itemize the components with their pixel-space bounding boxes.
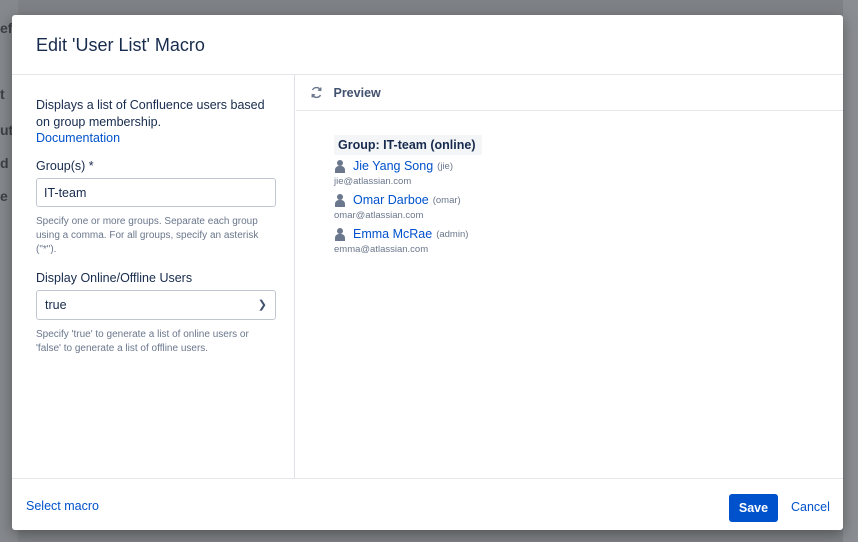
user-handle: (omar) [432, 194, 461, 206]
select-macro-link[interactable]: Select macro [26, 499, 99, 513]
user-email: omar@atlassian.com [334, 210, 424, 221]
preview-label: Preview [333, 86, 381, 100]
preview-header: Preview [296, 75, 843, 111]
macro-dialog: Edit 'User List' Macro Displays a list o… [12, 15, 843, 530]
user-name-link[interactable]: Jie Yang Song [353, 159, 433, 173]
dialog-header: Edit 'User List' Macro [12, 15, 843, 75]
background-text: e [0, 188, 8, 204]
user-entry: Omar Darboe (omar) omar@atlassian.com [334, 193, 482, 221]
background-right-strip [843, 0, 858, 542]
cancel-button[interactable]: Cancel [791, 500, 830, 514]
user-name-link[interactable]: Omar Darboe [353, 193, 429, 207]
save-button[interactable]: Save [729, 494, 778, 522]
online-offline-select[interactable]: true ❯ [36, 290, 276, 320]
online-offline-select-value: true [45, 298, 67, 312]
groups-label: Group(s) * [36, 159, 94, 173]
user-entry: Emma McRae (admin) emma@atlassian.com [334, 227, 482, 255]
background-text: d [0, 155, 9, 171]
macro-description: Displays a list of Confluence users base… [36, 98, 265, 129]
background-text: t [0, 86, 5, 102]
user-handle: (jie) [437, 160, 454, 172]
preview-pane: Preview Group: IT-team (online) Jie Yang… [296, 75, 843, 478]
groups-help-text: Specify one or more groups. Separate eac… [36, 216, 259, 255]
user-list-preview: Group: IT-team (online) Jie Yang Song (j… [334, 135, 482, 261]
user-icon [334, 227, 346, 241]
refresh-icon[interactable] [310, 86, 324, 100]
dialog-footer: Select macro Save Cancel [12, 478, 843, 530]
user-icon [334, 159, 346, 173]
user-icon [334, 193, 346, 207]
user-name-link[interactable]: Emma McRae [353, 227, 432, 241]
macro-parameters-pane: Displays a list of Confluence users base… [12, 75, 295, 478]
background-text: ef [0, 20, 13, 36]
chevron-down-icon: ❯ [257, 299, 267, 311]
online-offline-help-text: Specify 'true' to generate a list of onl… [36, 329, 249, 354]
documentation-link[interactable]: Documentation [36, 131, 274, 145]
user-handle: (admin) [436, 228, 469, 240]
group-title: Group: IT-team (online) [334, 135, 482, 155]
user-email: emma@atlassian.com [334, 244, 429, 255]
user-entry: Jie Yang Song (jie) jie@atlassian.com [334, 159, 482, 187]
dialog-title: Edit 'User List' Macro [36, 35, 205, 55]
online-offline-label: Display Online/Offline Users [36, 271, 193, 285]
groups-input[interactable] [36, 178, 276, 207]
user-email: jie@atlassian.com [334, 176, 412, 187]
